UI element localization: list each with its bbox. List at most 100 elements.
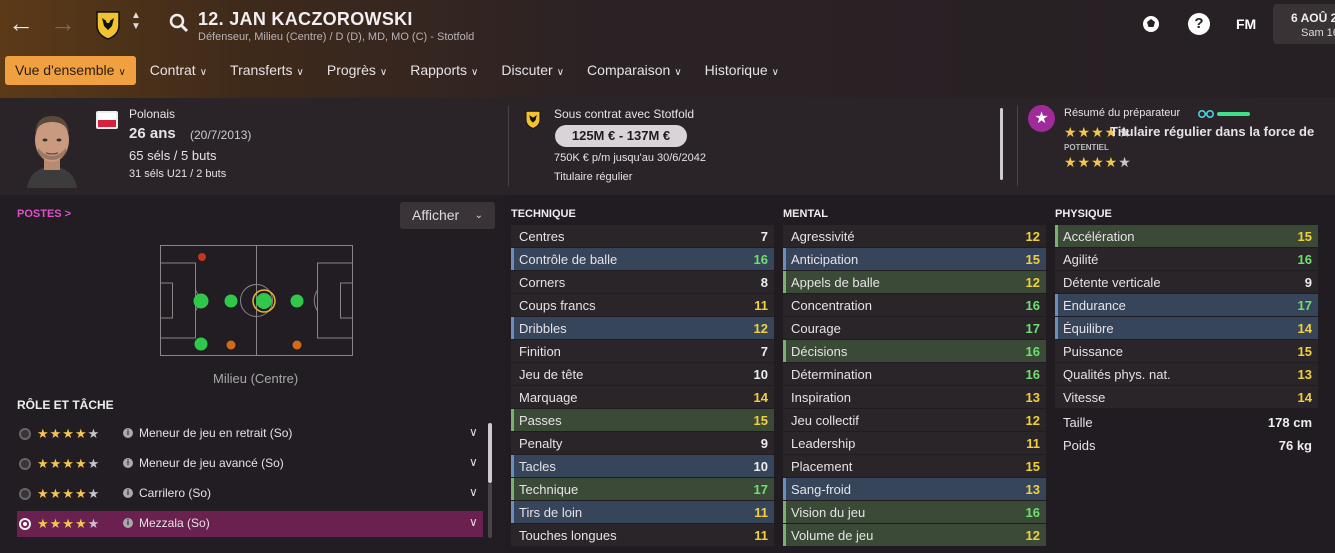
attribute-value: 16 (1025, 367, 1040, 382)
attribute-name: Inspiration (791, 390, 851, 405)
player-avatar[interactable] (22, 108, 82, 188)
attribute-row[interactable]: Inspiration 13 (783, 386, 1046, 408)
attribute-name: Décisions (791, 344, 848, 359)
scrollbar[interactable] (1000, 108, 1003, 180)
attribute-row[interactable]: Marquage 14 (511, 386, 774, 408)
attribute-row[interactable]: Jeu de tête 10 (511, 363, 774, 385)
position-dot (256, 293, 272, 309)
attribute-row[interactable]: Volume de jeu 12 (783, 524, 1046, 546)
tab-4[interactable]: Rapports ∨ (401, 56, 487, 85)
attribute-row[interactable]: Centres 7 (511, 225, 774, 247)
help-icon[interactable]: ? (1188, 13, 1210, 35)
chevron-down-icon[interactable]: ∨ (469, 455, 478, 469)
attribute-row[interactable]: Accélération 15 (1055, 225, 1318, 247)
info-icon[interactable]: i (123, 428, 133, 438)
attribute-value: 11 (754, 298, 768, 313)
tab-6[interactable]: Comparaison ∨ (578, 56, 691, 85)
attribute-row[interactable]: Penalty 9 (511, 432, 774, 454)
date-button[interactable]: 6 AOÛ 2 Sam 16 (1273, 4, 1335, 44)
attribute-name: Équilibre (1063, 321, 1114, 336)
attribute-name: Volume de jeu (791, 528, 874, 543)
attribute-row[interactable]: Concentration 16 (783, 294, 1046, 316)
transfer-value-badge[interactable]: 125M € - 137M € (555, 125, 687, 147)
attribute-row[interactable]: Vision du jeu 16 (783, 501, 1046, 523)
attribute-row[interactable]: Finition 7 (511, 340, 774, 362)
attribute-row[interactable]: Décisions 16 (783, 340, 1046, 362)
chevron-down-icon[interactable]: ∨ (469, 515, 478, 529)
attribute-row[interactable]: Puissance 15 (1055, 340, 1318, 362)
tab-5[interactable]: Discuter ∨ (492, 56, 573, 85)
attribute-row[interactable]: Détermination 16 (783, 363, 1046, 385)
fm-menu-button[interactable]: FM (1236, 16, 1256, 32)
attribute-row[interactable]: Vitesse 14 (1055, 386, 1318, 408)
chevron-down-icon: ⌄ (474, 210, 483, 221)
attribute-row[interactable]: Passes 15 (511, 409, 774, 431)
attribute-name: Penalty (519, 436, 563, 451)
info-icon[interactable]: i (123, 518, 133, 528)
attribute-row[interactable]: Corners 8 (511, 271, 774, 293)
search-icon[interactable] (168, 12, 190, 34)
tab-7[interactable]: Historique ∨ (696, 56, 788, 85)
role-row[interactable]: ★★★★★ i Meneur de jeu avancé (So) ∨ (17, 451, 483, 477)
afficher-dropdown[interactable]: Afficher ⌄ (400, 202, 495, 229)
role-radio[interactable] (19, 488, 31, 500)
attribute-value: 7 (760, 229, 768, 244)
role-name: Meneur de jeu avancé (So) (139, 456, 284, 470)
attribute-row[interactable]: Anticipation 15 (783, 248, 1046, 270)
info-icon[interactable]: i (123, 458, 133, 468)
attribute-row[interactable]: Détente verticale 9 (1055, 271, 1318, 293)
attribute-name: Jeu de tête (519, 367, 584, 382)
info-icon[interactable]: i (123, 488, 133, 498)
attribute-row[interactable]: Touches longues 11 (511, 524, 774, 546)
wage: 750K € p/m jusqu'au 30/6/2042 (554, 152, 706, 164)
club-badge-icon[interactable] (94, 10, 122, 40)
attribute-row[interactable]: Technique 17 (511, 478, 774, 500)
attribute-row[interactable]: Placement 15 (783, 455, 1046, 477)
chevron-down-icon: ∨ (674, 67, 682, 78)
player-title: 12. JAN KACZOROWSKI (198, 9, 413, 29)
attribute-row[interactable]: Agilité 16 (1055, 248, 1318, 270)
tab-0[interactable]: Vue d'ensemble ∨ (5, 56, 136, 85)
role-radio[interactable] (19, 458, 31, 470)
positions-link[interactable]: POSTES > (17, 208, 71, 220)
chevron-down-icon[interactable]: ∨ (469, 485, 478, 499)
attribute-row[interactable]: Coups francs 11 (511, 294, 774, 316)
attribute-name: Marquage (519, 390, 578, 405)
role-row[interactable]: ★★★★★ i Carrilero (So) ∨ (17, 481, 483, 507)
u21-caps: 31 séls U21 / 2 buts (129, 168, 227, 180)
attribute-value: 13 (1297, 367, 1312, 382)
ball-icon[interactable] (1141, 14, 1161, 34)
attribute-value: 11 (1026, 436, 1040, 451)
attribute-row[interactable]: Appels de balle 12 (783, 271, 1046, 293)
attribute-row[interactable]: Jeu collectif 12 (783, 409, 1046, 431)
attribute-row[interactable]: Endurance 17 (1055, 294, 1318, 316)
role-row[interactable]: ★★★★★ i Mezzala (So) ∨ (17, 511, 483, 537)
role-row[interactable]: ★★★★★ i Meneur de jeu en retrait (So) ∨ (17, 421, 483, 447)
role-radio[interactable] (19, 428, 31, 440)
chevron-down-icon[interactable]: ∨ (469, 425, 478, 439)
attribute-row[interactable]: Leadership 11 (783, 432, 1046, 454)
attribute-row[interactable]: Tirs de loin 11 (511, 501, 774, 523)
tab-2[interactable]: Transferts ∨ (221, 56, 313, 85)
attribute-name: Vision du jeu (791, 505, 866, 520)
attribute-row[interactable]: Qualités phys. nat. 13 (1055, 363, 1318, 385)
tab-1[interactable]: Contrat ∨ (141, 56, 216, 85)
back-arrow-icon[interactable]: ← (8, 8, 34, 39)
scrollbar[interactable] (488, 423, 492, 483)
attribute-row[interactable]: Contrôle de balle 16 (511, 248, 774, 270)
attribute-row[interactable]: Dribbles 12 (511, 317, 774, 339)
attribute-row[interactable]: Tacles 10 (511, 455, 774, 477)
attribute-value: 13 (1025, 482, 1040, 497)
player-switch-icon[interactable]: ▲ ▼ (131, 10, 141, 32)
chevron-down-icon: ∨ (296, 67, 304, 78)
attribute-row[interactable]: Agressivité 12 (783, 225, 1046, 247)
potential-label: POTENTIEL (1064, 143, 1109, 152)
attribute-row[interactable]: Courage 17 (783, 317, 1046, 339)
tab-3[interactable]: Progrès ∨ (318, 56, 396, 85)
attribute-value: 12 (753, 321, 768, 336)
attribute-row[interactable]: Équilibre 14 (1055, 317, 1318, 339)
squad-status: Titulaire régulier (554, 171, 633, 183)
forward-arrow-icon[interactable]: → (50, 8, 76, 39)
role-radio[interactable] (19, 518, 31, 530)
attribute-row[interactable]: Sang-froid 13 (783, 478, 1046, 500)
